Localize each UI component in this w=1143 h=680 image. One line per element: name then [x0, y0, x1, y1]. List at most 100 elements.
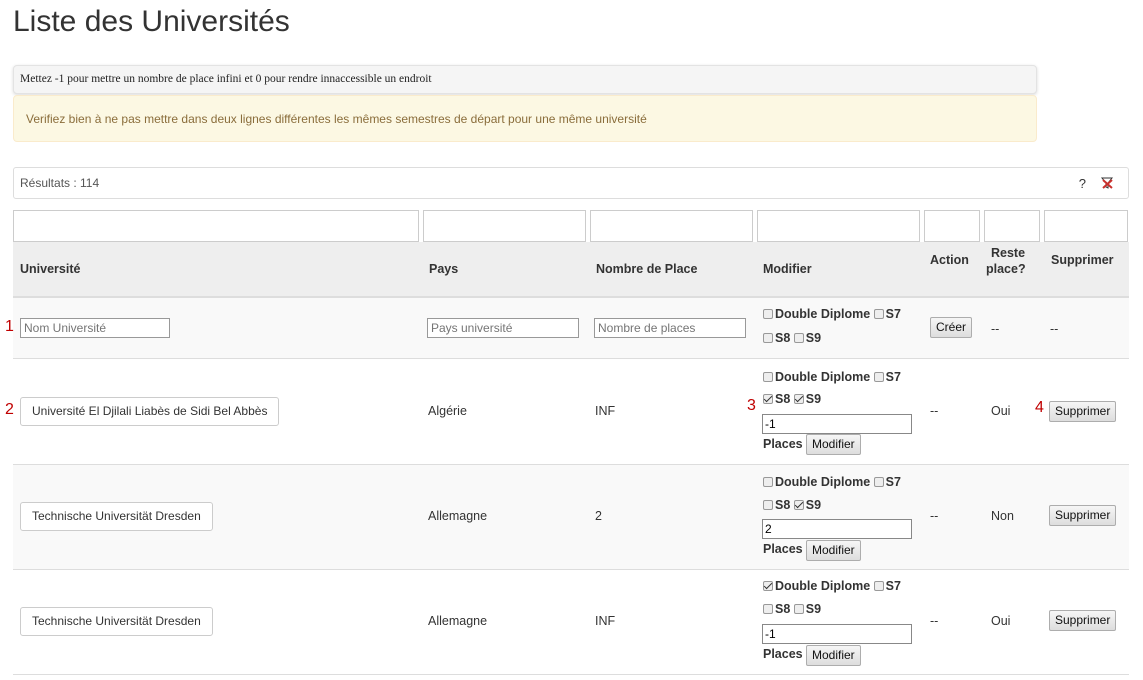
checkbox-s7[interactable]: [873, 477, 884, 487]
label-s8: S8: [775, 331, 791, 345]
label-s7: S7: [885, 307, 901, 321]
checkbox-double-diplome[interactable]: [763, 477, 773, 487]
semester-line-2: S8 S9: [763, 392, 821, 406]
places-cell: INF: [595, 614, 616, 628]
checkbox-double-diplome[interactable]: [763, 581, 773, 591]
header-reste-line1[interactable]: Reste: [991, 246, 1025, 260]
semester-line-2: S8 S9: [763, 498, 821, 512]
new-semester-line-2: S8 S9: [763, 331, 821, 345]
info-message: Mettez -1 pour mettre un nombre de place…: [13, 65, 1037, 94]
filter-action-input[interactable]: [924, 210, 980, 242]
university-button[interactable]: Université El Djilali Liabès de Sidi Bel…: [20, 397, 280, 426]
new-university-name-input[interactable]: [20, 318, 170, 338]
filter-universite-input[interactable]: [13, 210, 419, 242]
label-double-diplome: Double Diplome: [775, 475, 871, 489]
checkbox-s7[interactable]: [873, 309, 884, 319]
label-double-diplome: Double Diplome: [775, 307, 871, 321]
semester-line-1: Double Diplome S7: [763, 579, 901, 593]
create-button[interactable]: Créer: [930, 317, 973, 338]
header-reste-line2[interactable]: place?: [986, 262, 1026, 276]
reste-dash: --: [991, 322, 1000, 336]
checkbox-s8[interactable]: [763, 394, 773, 404]
clear-filter-icon[interactable]: [1100, 176, 1114, 190]
checkbox-double-diplome[interactable]: [763, 309, 773, 319]
checkbox-s8[interactable]: [763, 604, 773, 614]
delete-button[interactable]: Supprimer: [1049, 610, 1117, 631]
country-cell: Algérie: [428, 404, 467, 418]
action-cell: --: [930, 509, 939, 523]
table-row-new: 1 Double Diplome S7 S8 S9 Créer -- --: [5, 298, 1129, 359]
semester-line-1: Double Diplome S7: [763, 370, 901, 384]
page-title: Liste des Universités: [13, 5, 290, 38]
header-supprimer[interactable]: Supprimer: [1051, 253, 1114, 267]
semester-line-1: Double Diplome S7: [763, 475, 901, 489]
header-modifier[interactable]: Modifier: [763, 262, 812, 276]
checkbox-s9[interactable]: [793, 500, 804, 510]
places-input[interactable]: [762, 519, 912, 539]
new-university-country-input[interactable]: [427, 318, 579, 338]
university-button[interactable]: Technische Universität Dresden: [20, 607, 213, 636]
table-row: 2 Université El Djilali Liabès de Sidi B…: [5, 359, 1129, 465]
places-cell: INF: [595, 404, 616, 418]
label-s7: S7: [885, 579, 901, 593]
label-double-diplome: Double Diplome: [775, 370, 871, 384]
results-count: Résultats : 114: [20, 176, 100, 190]
label-s8: S8: [775, 392, 791, 406]
label-s9: S9: [805, 392, 822, 406]
checkbox-s9[interactable]: [793, 333, 804, 343]
header-pays[interactable]: Pays: [429, 262, 458, 276]
label-s7: S7: [885, 475, 901, 489]
label-s7: S7: [885, 370, 901, 384]
places-input[interactable]: [762, 624, 912, 644]
filter-row: [0, 208, 1143, 242]
supprimer-dash: --: [1050, 322, 1059, 336]
results-toolbar: Résultats : 114 ?: [13, 167, 1129, 199]
filter-modifier-input[interactable]: [757, 210, 920, 242]
filter-reste-input[interactable]: [984, 210, 1040, 242]
label-s9: S9: [805, 498, 822, 512]
header-action[interactable]: Action: [930, 253, 969, 267]
checkbox-s7[interactable]: [873, 372, 884, 382]
checkbox-s8[interactable]: [763, 333, 773, 343]
places-input[interactable]: [762, 414, 912, 434]
checkbox-double-diplome[interactable]: [763, 372, 773, 382]
delete-button[interactable]: Supprimer: [1049, 401, 1117, 422]
checkbox-s8[interactable]: [763, 500, 773, 510]
country-cell: Allemagne: [428, 509, 488, 523]
header-nombre-place[interactable]: Nombre de Place: [596, 262, 697, 276]
new-university-places-input[interactable]: [594, 318, 746, 338]
table-row: Technische Universität Dresden Allemagne…: [13, 570, 1129, 675]
delete-button[interactable]: Supprimer: [1049, 505, 1117, 526]
new-semester-line-1: Double Diplome S7: [763, 307, 901, 321]
row-marker: 3: [747, 397, 756, 414]
header-universite[interactable]: Université: [20, 262, 80, 276]
country-cell: Allemagne: [428, 614, 488, 628]
table-row: Technische Universität Dresden Allemagne…: [13, 465, 1129, 570]
semester-line-2: S8 S9: [763, 602, 821, 616]
modify-button[interactable]: Modifier: [806, 434, 861, 455]
label-s9: S9: [805, 602, 822, 616]
filter-pays-input[interactable]: [423, 210, 586, 242]
label-s8: S8: [775, 602, 791, 616]
checkbox-s7[interactable]: [873, 581, 884, 591]
reste-cell: Oui: [991, 614, 1011, 628]
filter-supprimer-input[interactable]: [1044, 210, 1128, 242]
row-marker: 4: [1035, 399, 1044, 416]
label-double-diplome: Double Diplome: [775, 579, 871, 593]
places-label: Places: [763, 542, 803, 556]
modify-button[interactable]: Modifier: [806, 645, 861, 666]
help-icon[interactable]: ?: [1079, 176, 1086, 191]
modify-button[interactable]: Modifier: [806, 540, 861, 561]
reste-cell: Oui: [991, 404, 1011, 418]
checkbox-s9[interactable]: [793, 604, 804, 614]
university-button[interactable]: Technische Universität Dresden: [20, 502, 213, 531]
warning-alert: Verifiez bien à ne pas mettre dans deux …: [13, 95, 1037, 142]
places-cell: 2: [595, 509, 602, 523]
checkbox-s9[interactable]: [793, 394, 804, 404]
table-header: Université Pays Nombre de Place Modifier…: [13, 242, 1129, 298]
reste-cell: Non: [991, 509, 1014, 523]
row-marker: 1: [5, 318, 14, 335]
places-label: Places: [763, 647, 803, 661]
label-s8: S8: [775, 498, 791, 512]
filter-nombre-input[interactable]: [590, 210, 753, 242]
